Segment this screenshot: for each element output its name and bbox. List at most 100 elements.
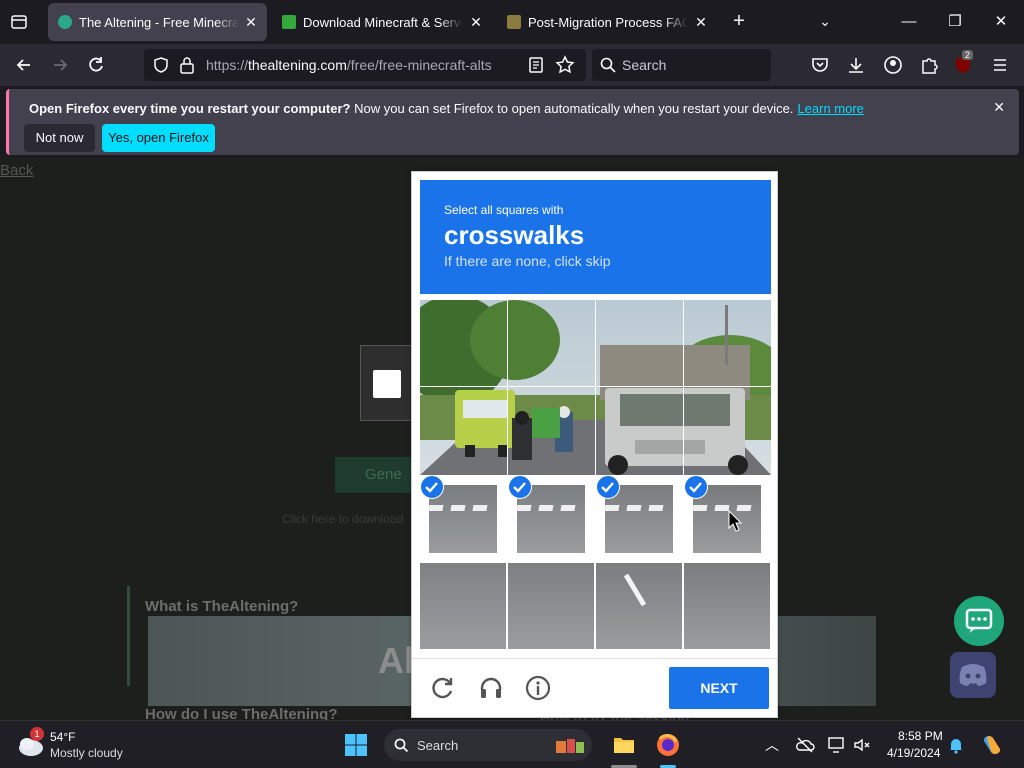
url-text[interactable]: https://thealtening.com/free/free-minecr… (206, 57, 492, 73)
lock-icon[interactable] (179, 56, 195, 74)
close-tab-icon[interactable]: ✕ (693, 14, 709, 30)
captcha-tile[interactable] (508, 388, 595, 474)
faq-question: How do I use TheAltening? (145, 706, 338, 720)
windows-start-icon[interactable] (344, 733, 368, 757)
reader-view-icon[interactable] (528, 56, 544, 74)
reload-challenge-icon[interactable] (430, 675, 456, 701)
captcha-tile[interactable] (508, 475, 595, 561)
road-tile-image (684, 563, 770, 649)
captcha-tile[interactable] (508, 563, 595, 649)
menu-hamburger-icon[interactable] (990, 55, 1010, 75)
file-explorer-icon[interactable] (612, 733, 636, 757)
download-text: Click here to download (282, 512, 404, 526)
weather-description: Mostly cloudy (50, 746, 123, 760)
yes-open-firefox-button[interactable]: Yes, open Firefox (102, 124, 215, 152)
faq-divider (127, 586, 130, 686)
account-icon[interactable] (883, 55, 903, 75)
tab-migration-faq[interactable]: Post-Migration Process FAQ | M ✕ (497, 3, 717, 41)
weather-widget[interactable]: 1 54°F Mostly cloudy (14, 727, 144, 763)
grid-line (420, 386, 771, 387)
next-button[interactable]: NEXT (669, 667, 769, 709)
recaptcha-challenge: Select all squares with crosswalks If th… (411, 171, 778, 718)
discord-icon (959, 664, 987, 686)
banner-text: Al (378, 640, 414, 681)
onedrive-icon[interactable] (795, 735, 815, 755)
restore-icon[interactable]: ❐ (932, 0, 978, 44)
firefox-view-icon[interactable] (10, 13, 28, 31)
search-icon (394, 738, 409, 753)
tab-title: Post-Migration Process FAQ | M (528, 15, 688, 30)
notification-bell-icon[interactable] (947, 736, 965, 754)
network-icon[interactable] (827, 735, 847, 755)
captcha-tile[interactable] (420, 388, 507, 474)
mouse-cursor-icon (728, 510, 742, 532)
captcha-tile[interactable] (508, 300, 595, 386)
search-placeholder: Search (622, 57, 667, 73)
url-bar[interactable]: https://thealtening.com/free/free-minecr… (144, 49, 586, 81)
captcha-tile[interactable] (420, 563, 507, 649)
close-notification-icon[interactable]: ✕ (993, 99, 1005, 116)
close-tab-icon[interactable]: ✕ (468, 14, 484, 30)
back-icon[interactable] (14, 55, 34, 75)
tracking-shield-icon[interactable] (152, 56, 170, 74)
learn-more-link[interactable]: Learn more (797, 101, 863, 116)
captcha-tile[interactable] (596, 563, 683, 649)
tab-thealtening[interactable]: The Altening - Free Minecraft A ✕ (48, 3, 267, 41)
captcha-tile[interactable] (596, 388, 683, 474)
captcha-tile[interactable] (420, 300, 507, 386)
back-link[interactable]: Back (0, 162, 33, 179)
extensions-icon[interactable] (919, 55, 939, 75)
road-tile-image (420, 563, 506, 649)
search-icon (600, 57, 616, 73)
search-highlight-icon (556, 739, 584, 753)
captcha-tile[interactable] (684, 300, 771, 386)
clock-time[interactable]: 8:58 PM (898, 729, 943, 743)
challenge-header: Select all squares with crosswalks If th… (420, 180, 771, 294)
close-window-icon[interactable]: ✕ (978, 0, 1024, 44)
audio-challenge-icon[interactable] (478, 675, 504, 701)
minecraft-block-favicon-icon (507, 15, 521, 29)
captcha-tile[interactable] (684, 388, 771, 474)
chat-bubble-icon (965, 608, 993, 633)
tab-minecraft-download[interactable]: Download Minecraft & Server S ✕ (272, 3, 492, 41)
chat-button (954, 596, 1004, 646)
image-grid (420, 300, 771, 651)
lane-line-icon (623, 573, 647, 607)
captcha-tile[interactable] (596, 475, 683, 561)
windows-taskbar: 1 54°F Mostly cloudy Search ︿ 8:58 PM 4/… (0, 720, 1024, 768)
tab-title: Download Minecraft & Server S (303, 15, 463, 30)
default-browser-notification: Open Firefox every time you restart your… (6, 89, 1019, 155)
bookmark-star-icon[interactable] (555, 55, 575, 75)
captcha-tile[interactable] (596, 300, 683, 386)
pocket-icon[interactable] (810, 55, 830, 75)
navigation-bar: https://thealtening.com/free/free-minecr… (0, 44, 1024, 86)
taskbar-search[interactable]: Search (384, 729, 592, 761)
not-now-button[interactable]: Not now (24, 124, 95, 152)
challenge-hint: If there are none, click skip (444, 253, 611, 269)
copilot-icon[interactable] (980, 733, 1004, 757)
challenge-instruction: Select all squares with (444, 203, 564, 217)
close-tab-icon[interactable]: ✕ (243, 14, 259, 30)
captcha-tile[interactable] (420, 475, 507, 561)
list-all-tabs-icon[interactable]: ⌄ (815, 11, 835, 31)
reload-icon[interactable] (86, 55, 106, 75)
tab-bar: The Altening - Free Minecraft A ✕ Downlo… (0, 0, 1024, 44)
tile-selected-check-icon (596, 475, 620, 499)
faq-question: What is TheAltening? (145, 598, 299, 615)
taskbar-search-placeholder: Search (417, 738, 459, 753)
firefox-icon[interactable] (656, 733, 680, 757)
road-tile-image (596, 563, 682, 649)
ublock-badge: 2 (962, 50, 974, 60)
show-hidden-icons-icon[interactable]: ︿ (765, 735, 779, 755)
ublock-origin-icon[interactable]: 2 (953, 50, 975, 76)
thealtening-favicon-icon (58, 15, 72, 29)
captcha-tile[interactable] (684, 563, 771, 649)
forward-icon[interactable] (50, 55, 70, 75)
downloads-icon[interactable] (846, 55, 866, 75)
new-tab-icon[interactable]: + (729, 11, 749, 31)
clock-date[interactable]: 4/19/2024 (887, 746, 940, 760)
search-bar[interactable]: Search (592, 49, 771, 81)
info-icon[interactable] (525, 675, 551, 701)
volume-muted-icon[interactable] (853, 736, 871, 754)
minimize-icon[interactable]: — (886, 0, 932, 44)
